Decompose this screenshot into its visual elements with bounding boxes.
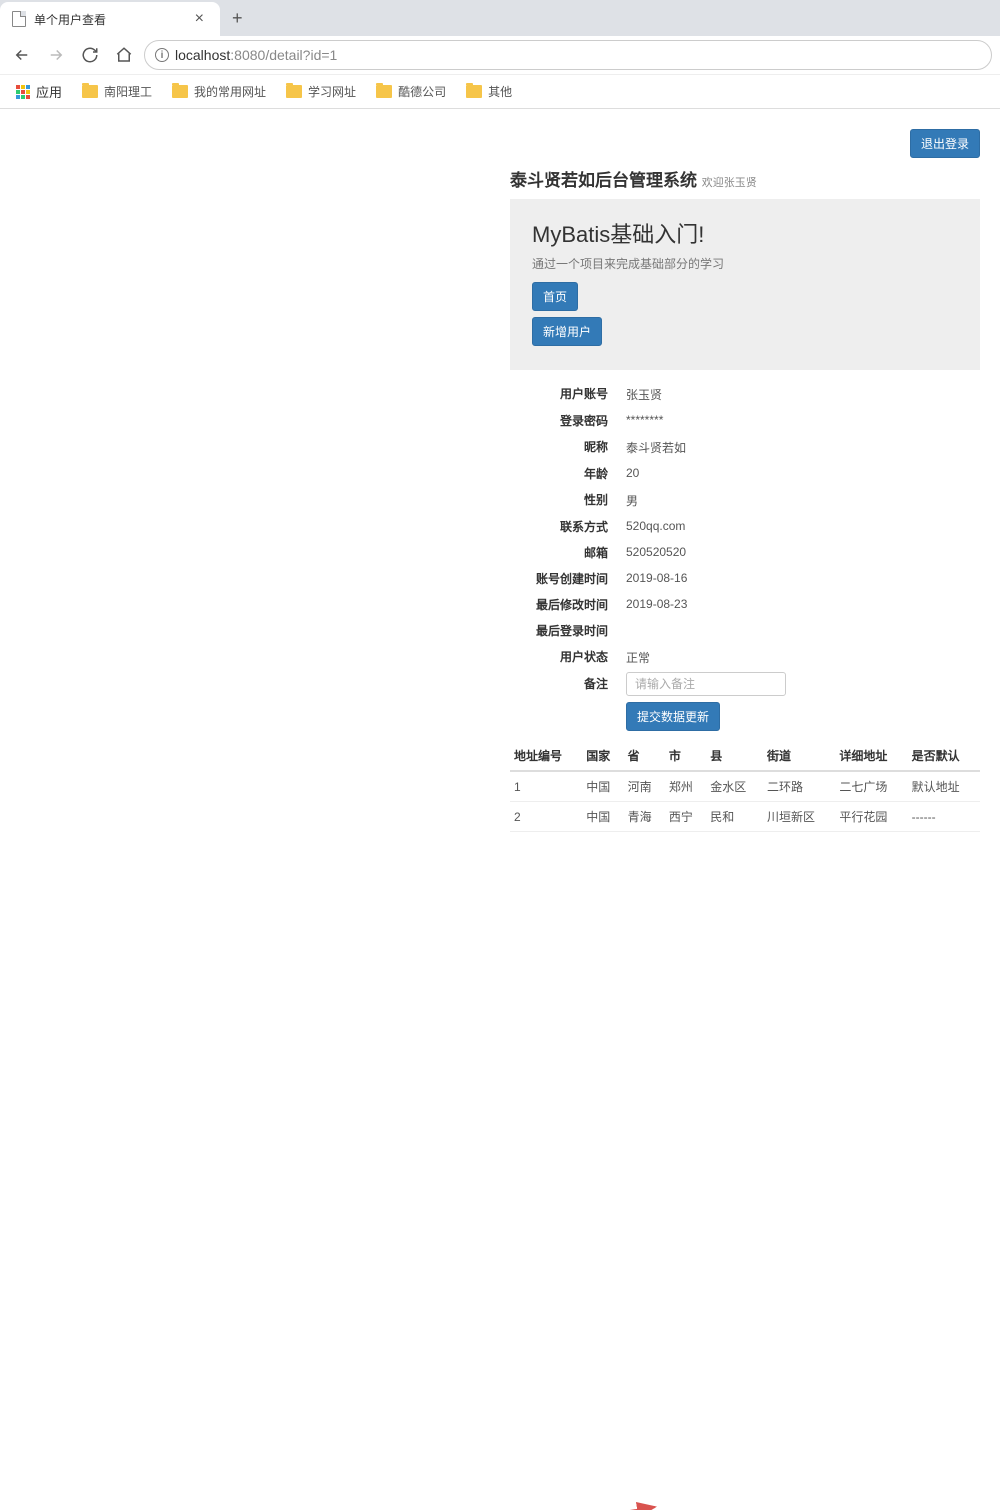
th-country: 国家 xyxy=(582,741,623,771)
apps-button[interactable]: 应用 xyxy=(8,78,70,105)
th-county: 县 xyxy=(706,741,763,771)
apps-icon xyxy=(16,85,30,99)
site-info-icon[interactable]: i xyxy=(155,48,169,62)
folder-icon xyxy=(82,85,98,98)
th-detail: 详细地址 xyxy=(835,741,907,771)
label-modify-time: 最后修改时间 xyxy=(510,593,620,613)
th-city: 市 xyxy=(665,741,706,771)
browser-tab[interactable]: 单个用户查看 × xyxy=(0,2,220,36)
value-email: 520520520 xyxy=(620,541,980,559)
folder-icon xyxy=(172,85,188,98)
value-status: 正常 xyxy=(620,645,980,666)
table-row: 1 中国 河南 郑州 金水区 二环路 二七广场 默认地址 xyxy=(510,771,980,802)
reload-button[interactable] xyxy=(76,41,104,69)
value-gender: 男 xyxy=(620,488,980,509)
jumbotron-title: MyBatis基础入门! xyxy=(532,217,958,249)
folder-icon xyxy=(286,85,302,98)
value-age: 20 xyxy=(620,462,980,480)
label-create-time: 账号创建时间 xyxy=(510,567,620,587)
user-detail-form: 用户账号张玉贤 登录密码******** 昵称泰斗贤若如 年龄20 性别男 联系… xyxy=(510,382,980,731)
label-remark: 备注 xyxy=(510,672,620,692)
bookmark-folder-1[interactable]: 我的常用网址 xyxy=(164,79,274,104)
label-contact: 联系方式 xyxy=(510,515,620,535)
forward-button[interactable] xyxy=(42,41,70,69)
value-password: ******** xyxy=(620,409,980,427)
jumbotron-subtitle: 通过一个项目来完成基础部分的学习 xyxy=(532,255,958,272)
new-tab-button[interactable]: + xyxy=(220,8,255,29)
value-login-time xyxy=(620,619,980,623)
label-password: 登录密码 xyxy=(510,409,620,429)
submit-button[interactable]: 提交数据更新 xyxy=(626,702,720,731)
value-create-time: 2019-08-16 xyxy=(620,567,980,585)
system-title: 泰斗贤若如后台管理系统 欢迎张玉贤 xyxy=(510,166,980,191)
th-default: 是否默认 xyxy=(908,741,980,771)
value-modify-time: 2019-08-23 xyxy=(620,593,980,611)
label-age: 年龄 xyxy=(510,462,620,482)
bookmark-folder-3[interactable]: 酷德公司 xyxy=(368,79,454,104)
logout-button[interactable]: 退出登录 xyxy=(910,129,980,158)
th-street: 街道 xyxy=(763,741,835,771)
bookmark-folder-2[interactable]: 学习网址 xyxy=(278,79,364,104)
table-row: 2 中国 青海 西宁 民和 川垣新区 平行花园 ------ xyxy=(510,802,980,832)
folder-icon xyxy=(376,85,392,98)
arrow-icon xyxy=(490,1492,670,1510)
page-icon xyxy=(12,11,26,27)
welcome-text: 欢迎张玉贤 xyxy=(702,177,757,189)
label-account: 用户账号 xyxy=(510,382,620,402)
label-nickname: 昵称 xyxy=(510,435,620,455)
value-nickname: 泰斗贤若如 xyxy=(620,435,980,456)
bookmark-folder-4[interactable]: 其他 xyxy=(458,79,520,104)
th-province: 省 xyxy=(624,741,665,771)
tab-title: 单个用户查看 xyxy=(34,11,183,28)
label-gender: 性别 xyxy=(510,488,620,508)
jumbotron: MyBatis基础入门! 通过一个项目来完成基础部分的学习 首页 新增用户 xyxy=(510,199,980,370)
home-button[interactable] xyxy=(110,41,138,69)
url-text: localhost:8080/detail?id=1 xyxy=(175,47,337,63)
add-user-button[interactable]: 新增用户 xyxy=(532,317,602,346)
label-login-time: 最后登录时间 xyxy=(510,619,620,639)
folder-icon xyxy=(466,85,482,98)
label-email: 邮箱 xyxy=(510,541,620,561)
value-contact: 520qq.com xyxy=(620,515,980,533)
back-button[interactable] xyxy=(8,41,36,69)
close-tab-icon[interactable]: × xyxy=(191,10,208,28)
label-status: 用户状态 xyxy=(510,645,620,665)
th-id: 地址编号 xyxy=(510,741,582,771)
bookmark-folder-0[interactable]: 南阳理工 xyxy=(74,79,160,104)
remark-input[interactable] xyxy=(626,672,786,696)
value-account: 张玉贤 xyxy=(620,382,980,403)
address-bar[interactable]: i localhost:8080/detail?id=1 xyxy=(144,40,992,70)
home-link-button[interactable]: 首页 xyxy=(532,282,578,311)
